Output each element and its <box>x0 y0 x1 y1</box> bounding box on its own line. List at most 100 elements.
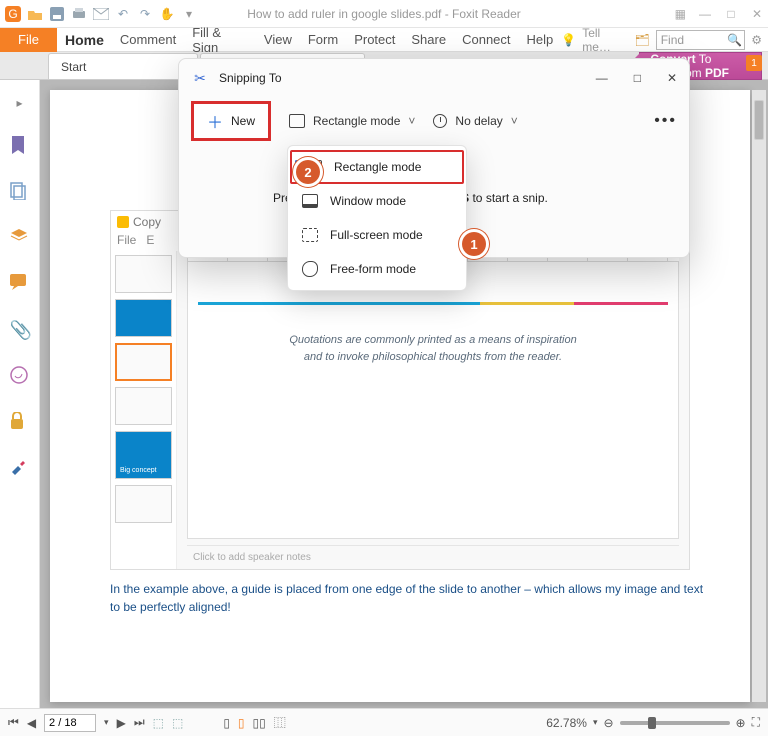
layout-cont-facing-icon[interactable]: ⿲ <box>274 714 286 731</box>
gs-quote-text: Quotations are commonly printed as a mea… <box>288 332 578 365</box>
gs-canvas-area: Quotations are commonly printed as a mea… <box>177 251 689 569</box>
mode-rectangle-label: Rectangle mode <box>334 160 421 174</box>
layout-continuous-icon[interactable]: ▯ <box>238 716 245 730</box>
open-icon[interactable] <box>26 5 44 23</box>
menu-share[interactable]: Share <box>403 32 454 47</box>
mode-freeform-label: Free-form mode <box>330 262 416 276</box>
notification-badge[interactable]: 1 <box>746 55 762 71</box>
annotation-marker-1: 1 <box>462 232 486 256</box>
big-concept-label: Big concept <box>120 467 157 474</box>
search-icon[interactable]: 🔍 <box>727 33 742 47</box>
window-title: How to add ruler in google slides.pdf - … <box>247 7 520 21</box>
hand-icon[interactable]: ✋ <box>158 5 176 23</box>
view-mode-icon-2[interactable]: ⬚ <box>172 716 183 730</box>
find-input[interactable]: Find 🔍 <box>656 30 746 50</box>
menu-protect[interactable]: Protect <box>346 32 403 47</box>
plus-icon: ＋ <box>207 109 223 133</box>
qa-dropdown-icon[interactable]: ▾ <box>180 5 198 23</box>
snip-close-button[interactable]: ✕ <box>667 71 677 85</box>
menu-fill-sign[interactable]: Fill & Sign <box>184 25 256 55</box>
menu-connect[interactable]: Connect <box>454 32 518 47</box>
menu-view[interactable]: View <box>256 32 300 47</box>
layout-single-icon[interactable]: ▯ <box>223 716 230 730</box>
mode-window[interactable]: Window mode <box>288 184 466 218</box>
bookmark-icon[interactable] <box>10 136 30 156</box>
save-icon[interactable] <box>48 5 66 23</box>
layout-facing-icon[interactable]: ▯▯ <box>253 716 266 730</box>
slide-thumb: Big concept <box>115 431 172 479</box>
menu-help[interactable]: Help <box>519 32 562 47</box>
first-page-button[interactable]: ⏮ <box>8 715 19 730</box>
gs-color-line <box>198 302 668 305</box>
gs-doc-name: Copy <box>133 215 161 229</box>
undo-icon[interactable]: ↶ <box>114 5 132 23</box>
snip-delay-select[interactable]: No delay ˅ <box>433 114 517 128</box>
lock-icon[interactable] <box>10 412 30 432</box>
grid-icon[interactable]: ▦ <box>675 7 686 21</box>
zoom-dropdown-icon[interactable]: ▾ <box>593 717 598 728</box>
menu-home[interactable]: Home <box>57 32 112 48</box>
tab-start[interactable]: Start <box>48 53 198 79</box>
fullscreen-icon <box>302 228 318 242</box>
minimize-button[interactable]: — <box>698 7 712 21</box>
slide-thumb <box>115 255 172 293</box>
pages-icon[interactable] <box>10 182 30 202</box>
close-button[interactable]: ✕ <box>750 7 764 21</box>
expand-handle-icon[interactable]: ▸ <box>16 96 22 110</box>
snip-maximize-button[interactable]: □ <box>634 71 641 85</box>
chevron-down-icon: ˅ <box>408 114 415 128</box>
redo-icon[interactable]: ↷ <box>136 5 154 23</box>
mail-icon[interactable] <box>92 5 110 23</box>
freeform-icon <box>302 261 318 277</box>
zoom-out-button[interactable]: ⊖ <box>603 716 613 730</box>
last-page-button[interactable]: ⏭ <box>134 715 145 730</box>
next-page-button[interactable]: ▶ <box>117 716 126 730</box>
status-bar: ⏮ ◀ ▾ ▶ ⏭ ⬚ ⬚ ▯ ▯ ▯▯ ⿲ 62.78% ▾ ⊖ ⊕ ⛶ <box>0 708 768 736</box>
menu-form[interactable]: Form <box>300 32 346 47</box>
highlighter-icon[interactable] <box>10 458 30 478</box>
view-mode-icon-1[interactable]: ⬚ <box>153 716 164 730</box>
mode-fullscreen[interactable]: Full-screen mode <box>288 218 466 252</box>
gs-menu-file: File <box>117 233 136 247</box>
snip-minimize-button[interactable]: — <box>596 71 608 85</box>
zoom-slider[interactable] <box>620 721 730 725</box>
vertical-scrollbar[interactable] <box>752 90 766 702</box>
folder-toolbar-icon[interactable]: 🗂 <box>634 33 649 47</box>
fullscreen-toggle-icon[interactable]: ⛶ <box>752 715 760 730</box>
tell-me[interactable]: Tell me… <box>582 26 628 54</box>
snip-more-button[interactable]: ••• <box>654 112 677 130</box>
print-icon[interactable] <box>70 5 88 23</box>
gs-body: Big concept Quotations are commonly prin… <box>111 251 689 569</box>
zoom-controls: 62.78% ▾ ⊖ ⊕ ⛶ <box>546 715 760 730</box>
snip-title-text: Snipping To <box>219 71 282 85</box>
signatures-icon[interactable] <box>10 366 30 386</box>
menu-comment[interactable]: Comment <box>112 32 184 47</box>
snip-mode-select[interactable]: Rectangle mode ˅ <box>289 114 415 128</box>
comments-icon[interactable] <box>10 274 30 294</box>
slide-thumb <box>115 387 172 425</box>
page-number-input[interactable] <box>44 714 96 732</box>
page-dropdown-icon[interactable]: ▾ <box>104 717 109 728</box>
banner-b2: PDF <box>705 66 729 80</box>
file-tab[interactable]: File <box>0 28 57 52</box>
slide-thumb <box>115 299 172 337</box>
zoom-slider-knob[interactable] <box>648 717 656 729</box>
find-placeholder: Find <box>661 33 684 47</box>
scrollbar-thumb[interactable] <box>754 100 764 140</box>
zoom-in-button[interactable]: ⊕ <box>736 716 746 730</box>
attachments-icon[interactable]: 📎 <box>10 320 30 340</box>
gs-menu-e: E <box>146 233 154 247</box>
layers-icon[interactable] <box>10 228 30 248</box>
snip-new-button[interactable]: ＋ New <box>191 101 271 141</box>
gear-icon[interactable]: ⚙ <box>751 33 762 47</box>
window-icon <box>302 194 318 208</box>
snip-titlebar[interactable]: ✂ Snipping To — □ ✕ <box>179 59 689 97</box>
clock-icon <box>433 114 447 128</box>
prev-page-button[interactable]: ◀ <box>27 716 36 730</box>
snip-mode-label: Rectangle mode <box>313 114 400 128</box>
mode-freeform[interactable]: Free-form mode <box>288 252 466 286</box>
bulb-icon[interactable]: 💡 <box>561 33 576 47</box>
slide-thumb <box>115 485 172 523</box>
maximize-button[interactable]: □ <box>724 7 738 21</box>
annotation-marker-2: 2 <box>296 160 320 184</box>
